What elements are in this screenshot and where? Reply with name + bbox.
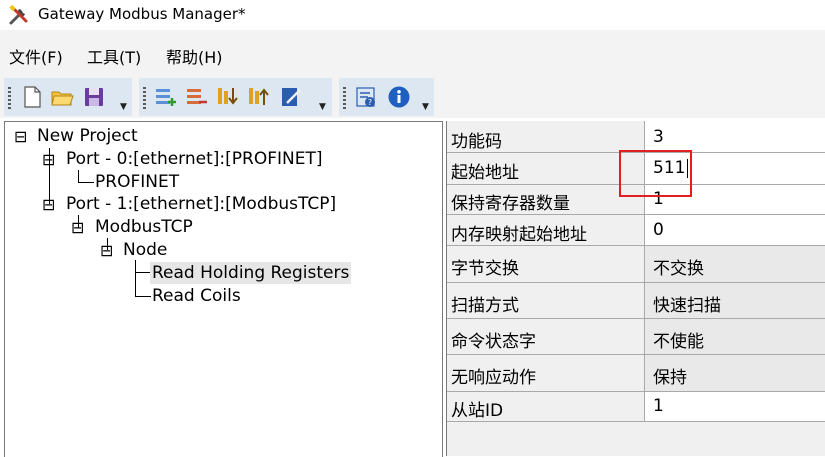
remove-item-icon[interactable]	[184, 85, 208, 109]
property-name: 从站ID	[451, 401, 504, 421]
menu-bar: 文件(F) 工具(T) 帮助(H)	[0, 30, 825, 74]
property-row[interactable]: 功能码 3	[447, 121, 825, 153]
property-name: 起始地址	[451, 163, 519, 183]
move-up-icon[interactable]	[246, 85, 270, 109]
function-code-field[interactable]: 3	[644, 121, 825, 152]
property-name: 扫描方式	[451, 296, 519, 316]
title-bar: Gateway Modbus Manager*	[0, 0, 825, 30]
tree-connector	[135, 296, 151, 297]
menu-help[interactable]: 帮助(H)	[166, 44, 223, 68]
slave-id-field[interactable]: 1	[644, 392, 825, 421]
chevron-down-icon[interactable]: ▼	[319, 102, 326, 112]
property-row[interactable]: 命令状态字 不使能	[447, 319, 825, 355]
tree-node-profinet[interactable]: PROFINET	[95, 171, 179, 193]
command-status-select[interactable]: 不使能	[644, 319, 825, 354]
property-name: 内存映射起始地址	[451, 225, 587, 245]
toolbar-group-help: ? ▼	[339, 78, 434, 116]
menu-file[interactable]: 文件(F)	[9, 44, 63, 68]
property-name: 字节交换	[451, 259, 519, 279]
tree-connector	[78, 182, 94, 183]
menu-tools[interactable]: 工具(T)	[87, 44, 141, 68]
property-row[interactable]: 从站ID 1	[447, 392, 825, 422]
toolbar-grip[interactable]	[343, 87, 346, 109]
tree-connector	[135, 260, 136, 296]
property-name: 无响应动作	[451, 368, 536, 388]
save-icon[interactable]	[82, 85, 106, 109]
property-name: 保持寄存器数量	[451, 194, 570, 214]
window-title: Gateway Modbus Manager*	[38, 5, 246, 23]
wrench-screwdriver-icon	[9, 4, 28, 25]
property-name: 功能码	[451, 132, 502, 152]
chevron-down-icon[interactable]: ▼	[120, 102, 127, 112]
project-tree[interactable]: ⊟ ⊟ ⊟ ⊟ ⊟ New Project Port - 0:[ethernet…	[4, 121, 443, 457]
tree-connector	[135, 272, 151, 273]
toolbar-grip[interactable]	[8, 87, 11, 109]
memory-map-start-field[interactable]: 0	[644, 215, 825, 245]
property-row[interactable]: 扫描方式 快速扫描	[447, 283, 825, 319]
toolbar-group-edit: ▼	[139, 78, 332, 116]
info-icon[interactable]	[387, 85, 411, 109]
toolbar-group-file: ▼	[4, 78, 132, 116]
property-row[interactable]: 内存映射起始地址 0	[447, 215, 825, 246]
chevron-down-icon[interactable]: ▼	[422, 102, 429, 112]
tree-collapse-toggle[interactable]: ⊟	[42, 197, 55, 213]
tree-node-read-holding-registers[interactable]: Read Holding Registers	[150, 262, 352, 284]
config-icon[interactable]: ?	[354, 85, 378, 109]
svg-text:?: ?	[368, 98, 372, 107]
tree-node-port0[interactable]: Port - 0:[ethernet]:[PROFINET]	[66, 148, 322, 170]
tree-collapse-toggle[interactable]: ⊟	[14, 129, 27, 145]
tree-collapse-toggle[interactable]: ⊟	[100, 243, 113, 259]
tree-node-node[interactable]: Node	[123, 239, 167, 261]
scan-mode-select[interactable]: 快速扫描	[644, 283, 825, 318]
tree-collapse-toggle[interactable]: ⊟	[42, 152, 55, 168]
tree-collapse-toggle[interactable]: ⊟	[71, 220, 84, 236]
new-file-icon[interactable]	[20, 85, 44, 109]
move-down-icon[interactable]	[215, 85, 239, 109]
byte-swap-select[interactable]: 不交换	[644, 246, 825, 282]
add-item-icon[interactable]	[153, 85, 177, 109]
tree-node-project[interactable]: New Project	[37, 125, 138, 147]
property-row[interactable]: 无响应动作 保持	[447, 355, 825, 392]
no-response-action-select[interactable]: 保持	[644, 355, 825, 391]
tree-node-read-coils[interactable]: Read Coils	[152, 285, 241, 307]
open-folder-icon[interactable]	[50, 85, 74, 109]
tree-node-port1[interactable]: Port - 1:[ethernet]:[ModbusTCP]	[66, 193, 336, 215]
tree-node-modbustcp[interactable]: ModbusTCP	[95, 216, 193, 238]
highlight-annotation	[619, 150, 692, 197]
tree-connector	[78, 170, 79, 182]
edit-note-icon[interactable]	[279, 85, 303, 109]
property-name: 命令状态字	[451, 332, 536, 352]
toolbar-grip[interactable]	[143, 87, 146, 109]
property-row[interactable]: 字节交换 不交换	[447, 246, 825, 283]
